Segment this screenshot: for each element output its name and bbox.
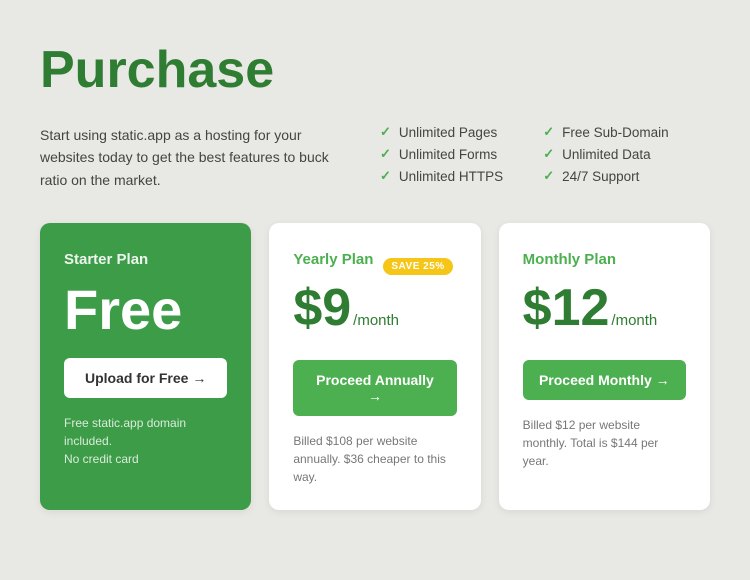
feature-label: Unlimited Data <box>562 147 651 162</box>
page-title: Purchase <box>40 40 710 100</box>
monthly-price-row: $12 /month <box>523 282 686 340</box>
feature-item: ✓ Unlimited Data <box>543 146 668 162</box>
yearly-plan-name: Yearly Plan <box>293 251 373 268</box>
starter-plan-card: Starter Plan Free Upload for Free → Free… <box>40 223 251 510</box>
feature-item: ✓ Unlimited Forms <box>380 146 503 162</box>
features-col-1: ✓ Unlimited Pages ✓ Unlimited Forms ✓ Un… <box>380 124 503 191</box>
top-section: Start using static.app as a hosting for … <box>40 124 710 191</box>
yearly-plan-note: Billed $108 per website annually. $36 ch… <box>293 432 456 486</box>
monthly-plan-note: Billed $12 per website monthly. Total is… <box>523 416 686 470</box>
check-icon: ✓ <box>543 146 554 162</box>
feature-label: Unlimited Forms <box>399 147 497 162</box>
feature-item: ✓ Free Sub-Domain <box>543 124 668 140</box>
yearly-plan-name-row: Yearly Plan SAVE 25% <box>293 251 456 282</box>
feature-item: ✓ 24/7 Support <box>543 168 668 184</box>
features-group: ✓ Unlimited Pages ✓ Unlimited Forms ✓ Un… <box>380 124 710 191</box>
check-icon: ✓ <box>543 124 554 140</box>
starter-plan-button[interactable]: Upload for Free → <box>64 358 227 398</box>
monthly-plan-card: Monthly Plan $12 /month Proceed Monthly … <box>499 223 710 510</box>
starter-plan-price: Free <box>64 282 227 338</box>
feature-item: ✓ Unlimited Pages <box>380 124 503 140</box>
monthly-plan-price: $12 <box>523 282 610 334</box>
yearly-price-row: $9 /month <box>293 282 456 340</box>
monthly-plan-button[interactable]: Proceed Monthly → <box>523 360 686 400</box>
monthly-plan-name: Monthly Plan <box>523 251 686 268</box>
feature-label: 24/7 Support <box>562 169 639 184</box>
yearly-plan-price: $9 <box>293 282 351 334</box>
yearly-plan-button[interactable]: Proceed Annually → <box>293 360 456 416</box>
monthly-price-suffix: /month <box>611 312 657 329</box>
plans-section: Starter Plan Free Upload for Free → Free… <box>40 223 710 510</box>
check-icon: ✓ <box>543 168 554 184</box>
feature-label: Unlimited Pages <box>399 125 497 140</box>
feature-label: Free Sub-Domain <box>562 125 669 140</box>
check-icon: ✓ <box>380 124 391 140</box>
feature-label: Unlimited HTTPS <box>399 169 503 184</box>
features-col-2: ✓ Free Sub-Domain ✓ Unlimited Data ✓ 24/… <box>543 124 668 191</box>
yearly-plan-card: Yearly Plan SAVE 25% $9 /month Proceed A… <box>269 223 480 510</box>
starter-plan-name: Starter Plan <box>64 251 227 268</box>
yearly-price-suffix: /month <box>353 312 399 329</box>
check-icon: ✓ <box>380 146 391 162</box>
yearly-save-badge: SAVE 25% <box>383 258 452 275</box>
feature-item: ✓ Unlimited HTTPS <box>380 168 503 184</box>
page-description: Start using static.app as a hosting for … <box>40 124 340 191</box>
check-icon: ✓ <box>380 168 391 184</box>
starter-plan-note: Free static.app domain included. No cred… <box>64 414 227 468</box>
